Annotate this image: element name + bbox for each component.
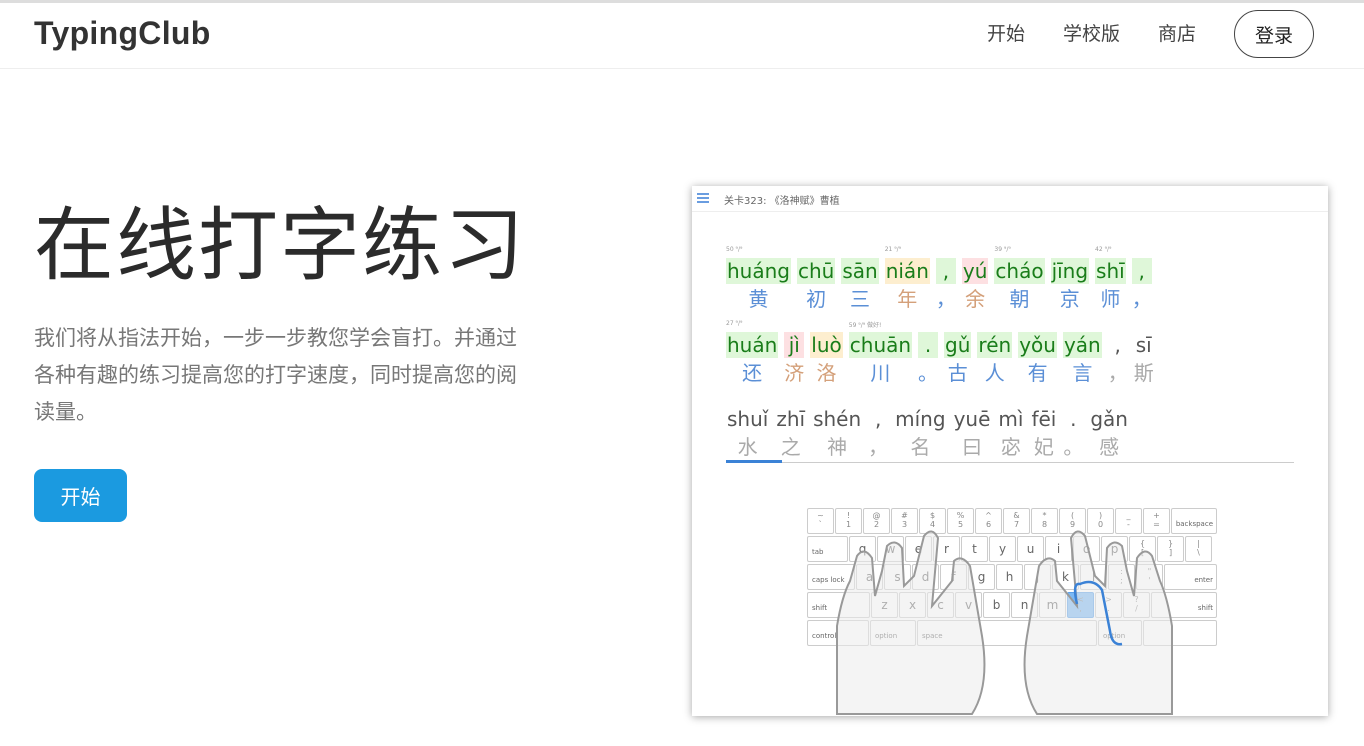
main-nav: 开始 学校版 商店 登录 — [987, 10, 1314, 58]
typing-demo-screenshot: 关卡323: 《洛神赋》曹植 50 ⁹/⁹ huáng 黄 chū 初 sān 三 21 ⁹/… — [692, 186, 1328, 716]
logo[interactable]: TypingClub — [34, 15, 211, 52]
hero-title: 在线打字练习 — [34, 199, 526, 292]
hero-description: 我们将从指法开始，一步一步教您学会盲打。并通过各种有趣的练习提高您的打字速度，同… — [34, 326, 517, 424]
start-button[interactable]: 开始 — [34, 469, 127, 522]
nav-start[interactable]: 开始 — [987, 10, 1025, 58]
site-header: TypingClub 开始 学校版 商店 登录 — [0, 3, 1364, 69]
login-button[interactable]: 登录 — [1234, 10, 1314, 58]
nav-store[interactable]: 商店 — [1158, 10, 1196, 58]
hands-illustration — [836, 530, 1173, 715]
nav-school[interactable]: 学校版 — [1063, 10, 1120, 58]
